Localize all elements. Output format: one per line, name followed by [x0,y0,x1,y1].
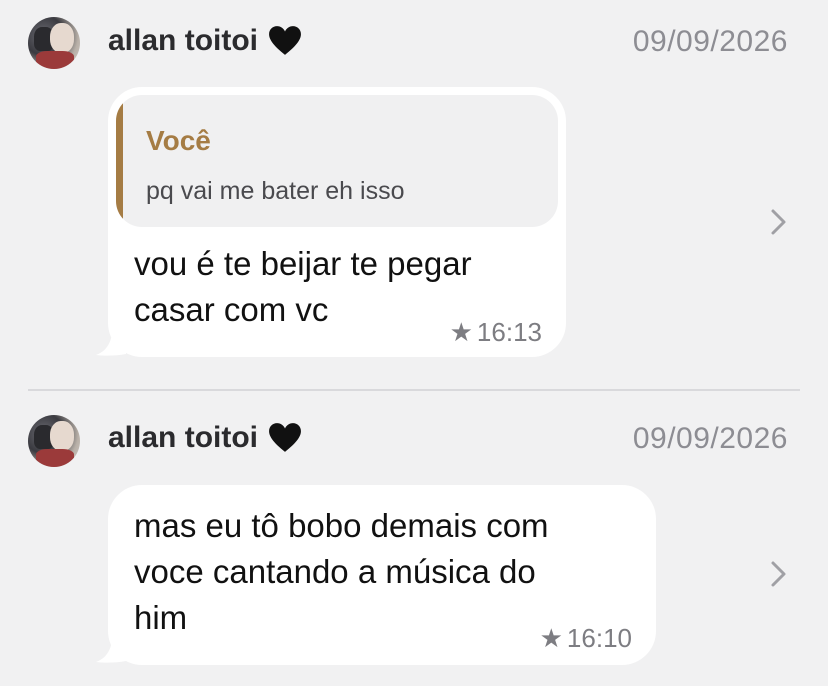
message-line: vou é te beijar te pegar [134,245,472,282]
message-line: voce cantando a música do [134,553,536,590]
quote-author: Você [146,125,211,156]
message-line: casar com vc [134,291,329,328]
chevron-right-icon[interactable] [770,560,788,588]
quote-accent-bar [116,95,123,227]
message-date: 09/09/2026 [632,422,788,455]
message-meta: ★ 16:13 [450,317,542,348]
quoted-message[interactable]: Você pq vai me bater eh isso [116,95,558,227]
message-meta: ★ 16:10 [540,623,632,654]
sender-name: allan toitoi [108,421,302,455]
avatar[interactable] [28,17,80,69]
message-line: him [134,599,188,636]
sender-label: allan toitoi [108,421,258,454]
message-line: mas eu tô bobo demais com [134,507,549,544]
black-heart-icon [269,26,301,55]
message-text: mas eu tô bobo demais com voce cantando … [134,503,549,641]
black-heart-icon [269,423,301,452]
chevron-right-icon[interactable] [770,208,788,236]
star-icon: ★ [539,623,563,653]
avatar[interactable] [28,415,80,467]
message-text: vou é te beijar te pegar casar com vc [134,241,472,333]
message-bubble[interactable]: Você pq vai me bater eh isso vou é te be… [108,87,566,357]
message-bubble[interactable]: mas eu tô bobo demais com voce cantando … [108,485,656,665]
message-time: 16:13 [476,317,542,347]
sender-label: allan toitoi [108,24,258,57]
sender-name: allan toitoi [108,24,302,58]
star-icon: ★ [449,317,473,347]
starred-message-1[interactable]: allan toitoi 09/09/2026 Você pq vai me b… [0,0,828,389]
quote-text: pq vai me bater eh isso [146,177,405,205]
message-time: 16:10 [566,623,632,653]
starred-message-2[interactable]: allan toitoi 09/09/2026 mas eu tô bobo d… [0,391,828,686]
message-date: 09/09/2026 [632,25,788,58]
